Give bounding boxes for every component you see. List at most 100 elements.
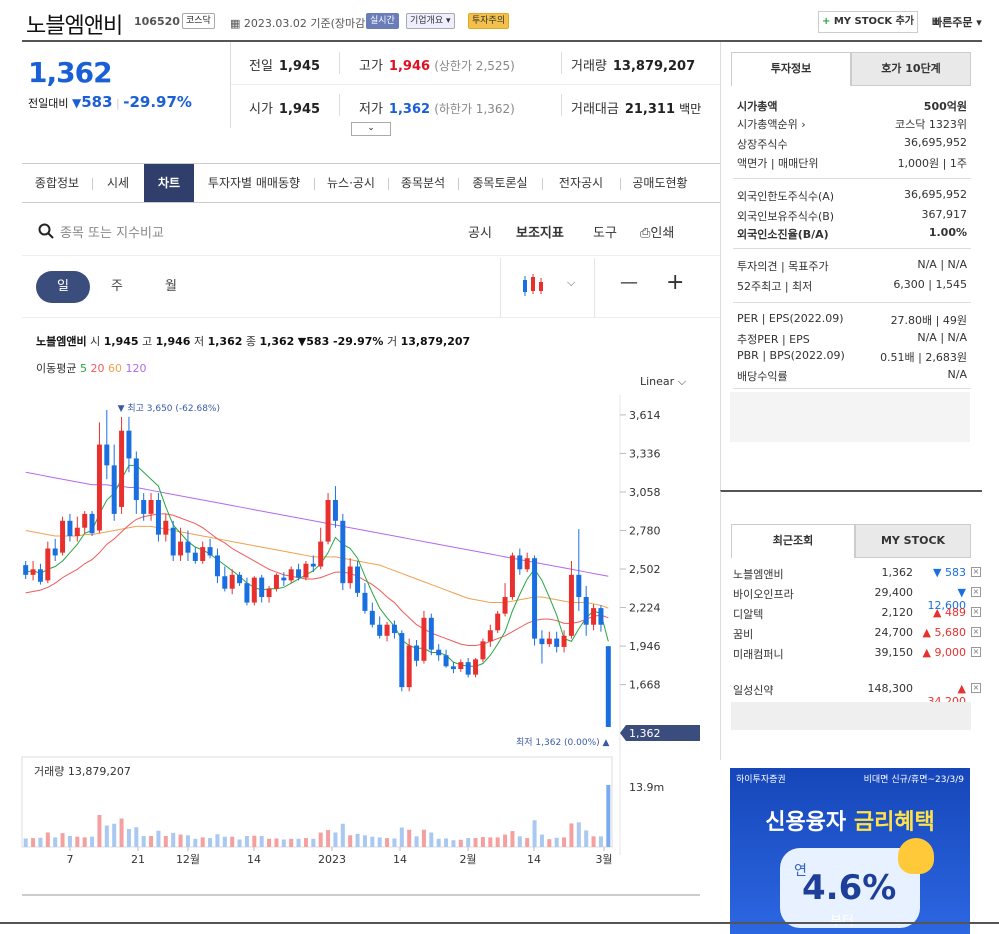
tab-short-selling[interactable]: 공매도현황 (620, 164, 700, 202)
volume-bar (355, 833, 360, 847)
volume-bar (303, 838, 308, 847)
tab-quotes[interactable]: 시세 (92, 164, 144, 202)
candle-body (524, 558, 530, 570)
current-price: 1,362 (28, 56, 113, 89)
volume-bar (326, 830, 331, 847)
candle-body (244, 583, 250, 603)
volume-bar (230, 836, 235, 847)
candle-body (155, 500, 161, 535)
low-price: 저가 1,362 (하한가 1,362) (359, 102, 515, 117)
ad-rate: 4.6% (802, 868, 897, 908)
candle-body (119, 430, 125, 507)
recent-item[interactable]: 바이오인프라 29,400 ▼ 12,600 × (733, 586, 981, 612)
industry-box (730, 392, 970, 442)
candle-body (362, 592, 368, 611)
close-icon[interactable]: × (971, 587, 981, 597)
recent-item[interactable]: 디알텍 2,120 ▲ 489 × (733, 606, 981, 622)
scale-dropdown[interactable]: Linear ⌵ (640, 375, 686, 389)
zoom-out-button[interactable]: — (620, 272, 638, 293)
tab-analysis[interactable]: 종목분석 (388, 164, 458, 202)
x-tick-label: 14 (393, 853, 407, 866)
disclosure-button[interactable]: 공시 (468, 222, 492, 241)
volume-bar (163, 836, 168, 847)
info-row: 외국인소진율(B/A) 1.00% (737, 226, 967, 241)
candle-body (67, 520, 73, 537)
company-overview-dropdown[interactable]: 기업개요 ▾ (406, 13, 455, 29)
volume-bar (119, 818, 124, 847)
recent-item[interactable]: 일성신약148,300▲ 34,200× (733, 682, 981, 708)
bottom-divider (0, 922, 999, 924)
volume-bar (414, 836, 419, 847)
close-icon[interactable]: × (971, 567, 981, 577)
volume-bar (289, 838, 294, 847)
volume-bar (348, 835, 353, 847)
realtime-badge[interactable]: 실시간 (366, 13, 399, 29)
info-row: 시가총액순위 › 코스닥 1323위 (737, 118, 967, 131)
add-mystock-button[interactable]: + MY STOCK 추가 (818, 11, 918, 33)
tab-overview[interactable]: 종합정보 (22, 164, 92, 202)
tab-disclosure[interactable]: 전자공시 (542, 164, 620, 202)
tab-discussion[interactable]: 종목토론실 (458, 164, 542, 202)
volume-bar (104, 825, 109, 847)
period-day-button[interactable]: 일 (36, 271, 90, 303)
expand-button[interactable]: ⌄ (351, 122, 391, 136)
volume-bar (333, 832, 338, 847)
volume-bar (517, 836, 522, 847)
x-tick-label: 12월 (176, 853, 200, 866)
recent-item[interactable]: 노블엠앤비 1,362 ▼ 583 × (733, 566, 981, 582)
candle-body (443, 655, 449, 667)
close-icon[interactable]: × (971, 683, 981, 693)
candle-body (74, 527, 80, 537)
period-month-button[interactable]: 월 (144, 271, 198, 303)
x-tick-label: 2월 (459, 853, 476, 866)
candle-body (487, 630, 493, 642)
indicator-button[interactable]: 보조지표 (516, 222, 564, 241)
volume-bar (90, 836, 95, 847)
volume-bar (112, 823, 117, 847)
volume: 거래량 13,879,207 (571, 59, 696, 74)
candle-body (355, 566, 361, 593)
ad-banner[interactable]: 하이투자증권 비대면 신규/휴면~23/3/9 신용융자 금리혜택 연 4.6%… (730, 768, 970, 934)
candle-body (163, 520, 169, 535)
candle-body (561, 635, 567, 647)
close-icon[interactable]: × (971, 607, 981, 617)
tab-mystock[interactable]: MY STOCK (855, 524, 971, 558)
chevron-down-icon[interactable]: ⌵ (567, 276, 575, 290)
high-marker: ▼ 최고 3,650 (-62.68%) (118, 403, 220, 414)
quick-order-button[interactable]: 빠른주문 ▾ (932, 14, 982, 30)
info-row: 투자의견 | 목표주가 N/A | N/A (737, 258, 967, 273)
tools-button[interactable]: 도구 (593, 222, 617, 241)
recent-item[interactable]: 미래컴퍼니 39,150 ▲ 9,000 × (733, 646, 981, 662)
candle-body (473, 659, 479, 675)
price-chart[interactable]: 3,614 3,336 3,058 2,780 2,502 2,224 1,946 1,668… (0, 395, 720, 905)
zoom-in-button[interactable]: + (666, 270, 684, 295)
print-button[interactable]: ⎙인쇄 (640, 222, 674, 241)
tab-invest-info[interactable]: 투자정보 (731, 52, 851, 86)
period-toolbar: 일 주 월 ⌵ — + (22, 258, 720, 318)
close-icon[interactable]: × (971, 627, 981, 637)
candle-body (237, 574, 243, 584)
chevron-down-icon: ⌄ (367, 123, 375, 133)
ad-brand: 하이투자증권 (736, 775, 786, 785)
volume-bar (436, 838, 441, 847)
close-icon[interactable]: × (971, 647, 981, 657)
compare-search-input[interactable]: 종목 또는 지수비교 (60, 222, 164, 241)
y-tick-label: 3,336 (629, 447, 661, 460)
volume-bar (584, 830, 589, 847)
volume-bar (503, 834, 508, 847)
candle-body (325, 500, 331, 542)
recent-item[interactable]: 꿈비 24,700 ▲ 5,680 × (733, 626, 981, 642)
volume-bar (451, 840, 456, 847)
moving-average-legend[interactable]: 이동평균 5 20 60 120 (36, 360, 146, 376)
volume-bar (598, 836, 603, 847)
candle-body (421, 617, 427, 661)
tab-recent[interactable]: 최근조회 (731, 524, 855, 558)
tab-investor-trend[interactable]: 투자자별 매매동향 (194, 164, 314, 202)
stock-header: 노블엠앤비 106520 코스닥 ▦ 2023.03.02 기준(장마감) 실시… (0, 0, 999, 42)
period-week-button[interactable]: 주 (90, 271, 144, 303)
prev-close: 전일 1,945 (249, 59, 321, 74)
tab-news[interactable]: 뉴스·공시 (314, 164, 388, 202)
tab-orderbook[interactable]: 호가 10단계 (851, 52, 971, 86)
tab-chart[interactable]: 차트 (144, 164, 194, 202)
candlestick-type-icon[interactable] (520, 274, 546, 298)
